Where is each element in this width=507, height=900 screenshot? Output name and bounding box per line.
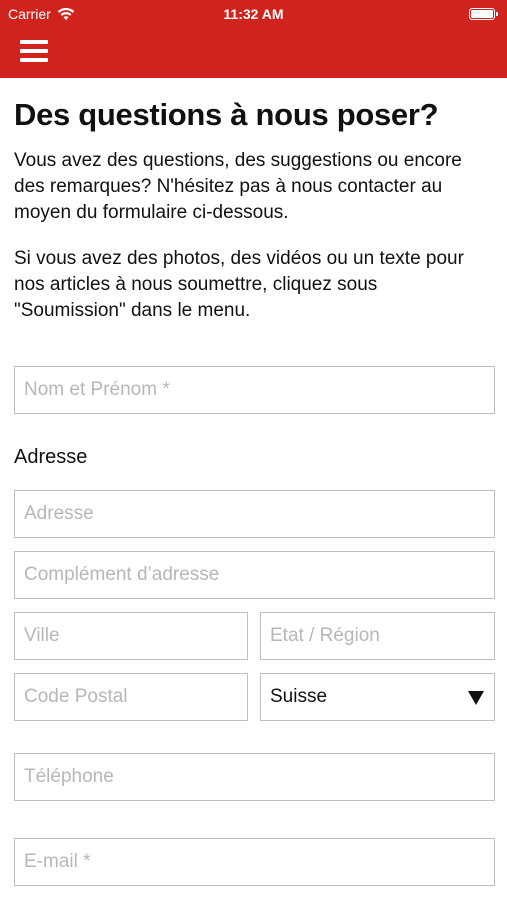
phone-field-placeholder: Téléphone [24,766,114,787]
dropdown-arrow-icon [468,691,484,705]
name-field-placeholder: Nom et Prénom * [24,379,170,400]
state-field-placeholder: Etat / Région [270,625,380,646]
city-field[interactable]: Ville [14,612,248,660]
postal-code-field-placeholder: Code Postal [24,686,128,707]
battery-fill [471,10,493,18]
hamburger-line [20,40,48,44]
name-field[interactable]: Nom et Prénom * [14,366,495,414]
battery-icon [469,8,498,20]
address2-field[interactable]: Complément d’adresse [14,551,495,599]
page-title: Des questions à nous poser? [14,97,439,132]
status-bar: Carrier 11:32 AM [0,0,507,28]
app-header: Carrier 11:32 AM [0,0,507,78]
address-field[interactable]: Adresse [14,490,495,538]
country-select-value: Suisse [270,686,328,707]
country-select[interactable]: Suisse [260,673,495,721]
status-time: 11:32 AM [223,6,284,22]
postal-code-field[interactable]: Code Postal [14,673,248,721]
email-field[interactable]: E-mail * [14,838,495,886]
city-field-placeholder: Ville [24,625,60,646]
phone-field[interactable]: Téléphone [14,753,495,801]
submission-hint-text: Si vous avez des photos, des vidéos ou u… [14,248,464,321]
battery-nub [496,12,498,16]
page-content: Des questions à nous poser? Vous avez de… [14,96,494,324]
intro-text: Vous avez des questions, des suggestions… [14,150,462,223]
email-field-placeholder: E-mail * [24,851,91,872]
hamburger-icon[interactable] [20,40,48,62]
address-section-label: Adresse [14,446,88,468]
hamburger-line [20,58,48,62]
address2-field-placeholder: Complément d’adresse [24,564,220,585]
state-field[interactable]: Etat / Région [260,612,495,660]
address-field-placeholder: Adresse [24,503,94,524]
hamburger-line [20,49,48,53]
